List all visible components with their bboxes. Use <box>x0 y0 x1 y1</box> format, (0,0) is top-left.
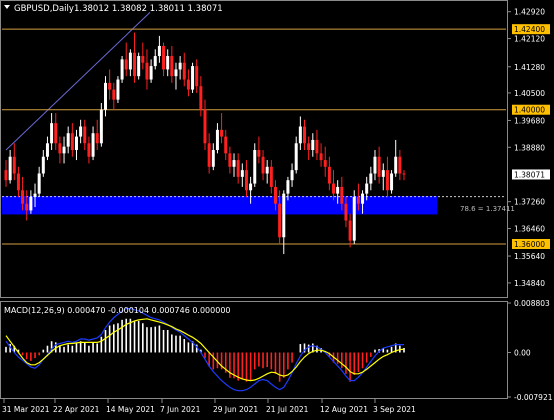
current-price-label: 1.38071 <box>514 170 545 179</box>
chart-header: GBPUSD,Daily 1.38012 1.38082 1.38011 1.3… <box>4 4 223 14</box>
price-tick-label: 1.42120 <box>514 35 545 44</box>
ohlc-values: 1.38012 1.38082 1.38011 1.38071 <box>74 4 223 14</box>
supply-demand-zone[interactable] <box>2 195 437 215</box>
price-tick-label: 1.38880 <box>514 143 545 152</box>
candle[interactable] <box>120 56 124 83</box>
candle[interactable] <box>137 52 141 80</box>
candle[interactable] <box>352 190 356 244</box>
macd-tick-label: 0.00 <box>514 348 531 357</box>
price-tick-label: 1.35640 <box>514 252 545 261</box>
time-tick-label: 3 Sep 2021 <box>373 405 416 414</box>
symbol-label: GBPUSD,Daily <box>14 4 74 14</box>
chart-canvas[interactable]: 1.42920 1.42120 1.41280 1.40500 1.39680 1.388… <box>0 0 554 416</box>
price-tick-label: 1.40500 <box>514 89 545 98</box>
time-tick-label: 31 Mar 2021 <box>2 405 50 414</box>
macd-title: MACD(12,26,9) 0.000470 -0.000104 0.00074… <box>4 306 231 315</box>
candle[interactable] <box>116 76 120 104</box>
time-tick-label: 29 Jun 2021 <box>213 405 258 414</box>
price-tick-label: 1.34840 <box>514 279 545 288</box>
price-tick-label: 1.37260 <box>514 198 545 207</box>
macd-tick-label: 0.008803 <box>514 299 550 308</box>
candle[interactable] <box>191 62 195 93</box>
level-price-tag-label: 1.42400 <box>514 25 545 34</box>
fib-level-label: 78.6 = 1.37411 <box>460 205 515 213</box>
price-tick-label: 1.36460 <box>514 225 545 234</box>
time-tick-label: 22 Apr 2021 <box>53 405 100 414</box>
macd-tick-label: -0.007921 <box>514 393 553 402</box>
time-tick-label: 21 Jul 2021 <box>266 405 309 414</box>
price-tick-label: 1.42920 <box>514 8 545 17</box>
level-price-tag-label: 1.40000 <box>514 106 545 115</box>
level-price-tag-label: 1.36000 <box>514 240 545 249</box>
zone-layer <box>2 195 437 215</box>
time-axis: 31 Mar 2021 22 Apr 2021 14 May 2021 7 Jun 2… <box>2 399 416 414</box>
chart-window[interactable]: 1.42920 1.42120 1.41280 1.40500 1.39680 1.388… <box>0 0 554 416</box>
candle[interactable] <box>390 170 394 194</box>
time-tick-label: 7 Jun 2021 <box>160 405 201 414</box>
time-tick-label: 14 May 2021 <box>106 405 155 414</box>
price-tick-label: 1.41280 <box>514 63 545 72</box>
price-tick-label: 1.39680 <box>514 116 545 125</box>
time-tick-label: 12 Aug 2021 <box>320 405 368 414</box>
